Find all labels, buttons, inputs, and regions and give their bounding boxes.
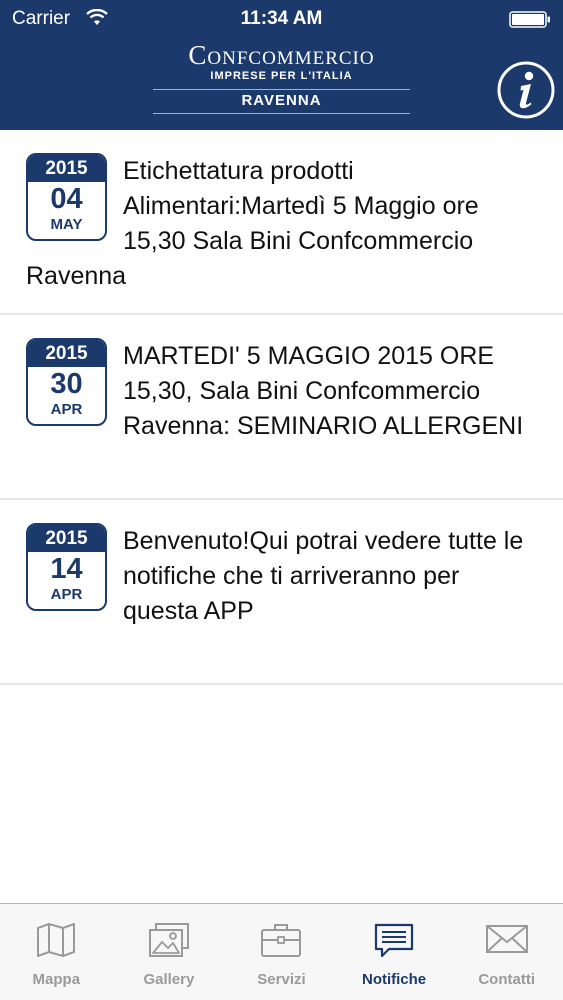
tab-label: Notifiche <box>361 971 427 988</box>
logo-divider <box>153 113 410 114</box>
info-icon[interactable] <box>497 61 555 119</box>
logo-city: RAVENNA <box>241 92 322 109</box>
confcommercio-logo: Confcommercio IMPRESE PER L'ITALIA RAVEN… <box>153 40 410 114</box>
notification-text: MARTEDI' 5 MAGGIO 2015 ORE 15,30, Sala B… <box>123 342 524 440</box>
gallery-icon <box>148 923 189 957</box>
tab-label: Gallery <box>143 971 195 988</box>
tab-label: Contatti <box>478 971 535 988</box>
clock: 11:34 AM <box>240 8 323 29</box>
notification-text: Etichettatura prodotti Alimentari:Marted… <box>26 157 479 290</box>
tab-gallery[interactable]: Gallery <box>113 904 226 1000</box>
app-header: Carrier 11:34 AM Confcommercio IMPRESE P… <box>0 0 563 130</box>
battery-icon <box>509 11 550 28</box>
notification-item[interactable]: 2015 30 APR MARTEDI' 5 MAGGIO 2015 ORE 1… <box>0 315 563 500</box>
envelope-icon <box>485 925 528 953</box>
logo-divider <box>153 89 410 90</box>
tab-contatti[interactable]: Contatti <box>450 904 563 1000</box>
briefcase-icon <box>261 924 302 957</box>
message-icon <box>374 923 414 958</box>
tab-bar: Mappa Gallery Servizi Notifiche Contatti <box>0 903 563 1000</box>
notification-item[interactable]: 2015 04 MAY Etichettatura prodotti Alime… <box>0 130 563 315</box>
logo-subtitle: IMPRESE PER L'ITALIA <box>210 70 353 82</box>
notification-list: 2015 04 MAY Etichettatura prodotti Alime… <box>0 130 563 685</box>
tab-mappa[interactable]: Mappa <box>0 904 113 1000</box>
notification-text: Benvenuto!Qui potrai vedere tutte le not… <box>123 527 524 625</box>
logo-title: Confcommercio <box>188 40 375 70</box>
status-bar: Carrier 11:34 AM <box>0 0 563 38</box>
tab-servizi[interactable]: Servizi <box>225 904 338 1000</box>
tab-label: Mappa <box>32 971 81 988</box>
map-icon <box>37 923 76 957</box>
tab-notifiche[interactable]: Notifiche <box>338 904 451 1000</box>
notification-item[interactable]: 2015 14 APR Benvenuto!Qui potrai vedere … <box>0 500 563 685</box>
tab-label: Servizi <box>257 971 306 988</box>
